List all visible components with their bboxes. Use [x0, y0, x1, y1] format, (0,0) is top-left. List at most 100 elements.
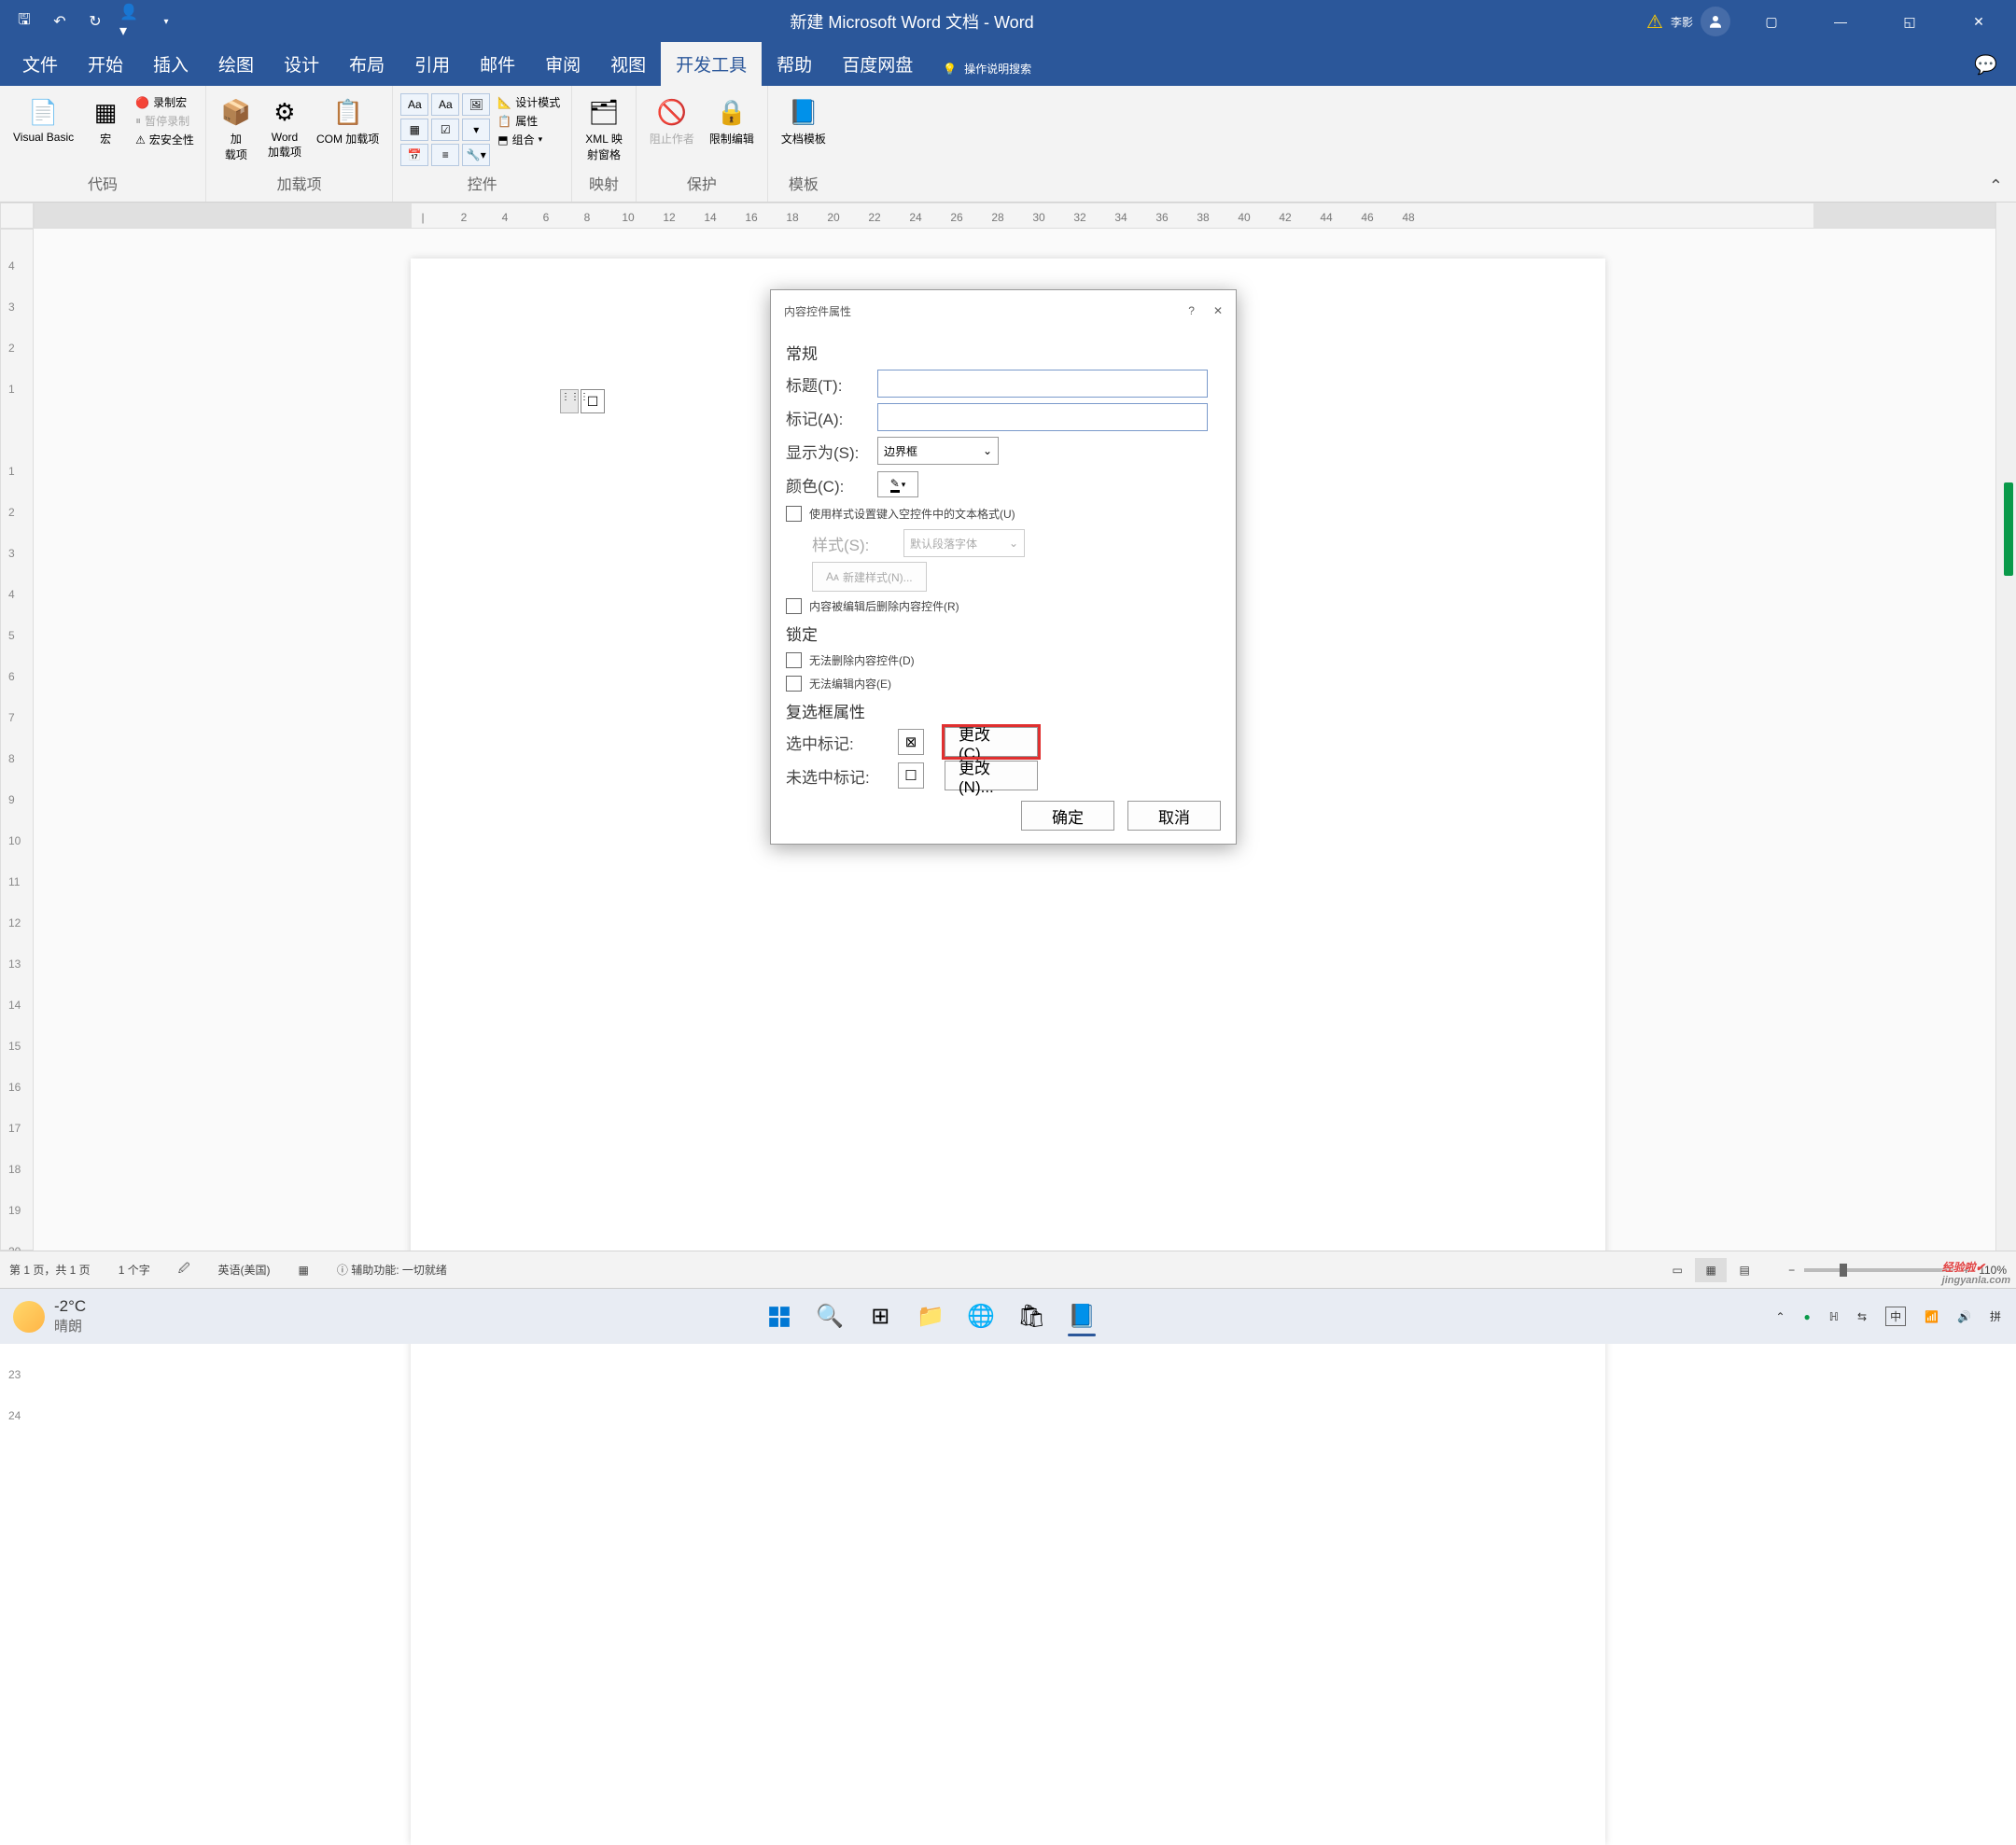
showas-combo[interactable]: 边界框⌄: [877, 437, 999, 465]
tray-sync-icon[interactable]: ⇆: [1857, 1310, 1867, 1323]
plain-text-control-icon[interactable]: Aa: [431, 93, 459, 116]
tab-draw[interactable]: 绘图: [203, 42, 269, 86]
xml-mapping-button[interactable]: 🗂XML 映 射窗格: [580, 93, 628, 164]
volume-icon[interactable]: 🔊: [1957, 1310, 1971, 1323]
dialog-help-icon[interactable]: ?: [1188, 304, 1195, 317]
tab-file[interactable]: 文件: [7, 42, 73, 86]
save-icon[interactable]: 🖫: [13, 10, 35, 33]
word-count[interactable]: 1 个字: [119, 1262, 150, 1278]
visual-basic-button[interactable]: 📄Visual Basic: [7, 93, 79, 146]
user-account[interactable]: ⚠ 李影: [1646, 7, 1730, 36]
touch-icon[interactable]: 👤▾: [119, 10, 142, 33]
tab-view[interactable]: 视图: [595, 42, 661, 86]
redo-icon[interactable]: ↻: [84, 10, 106, 33]
tag-input[interactable]: [877, 403, 1208, 431]
word-addins-button[interactable]: ⚙Word 加载项: [262, 93, 307, 161]
controls-gallery[interactable]: Aa Aa 🖼 ▦ ☑ ▾ 📅 ≡ 🔧▾: [400, 93, 490, 166]
cancel-button[interactable]: 取消: [1127, 801, 1221, 831]
title-input[interactable]: [877, 370, 1208, 398]
zoom-slider[interactable]: [1804, 1268, 1953, 1272]
record-macro-button[interactable]: 🔴录制宏: [132, 93, 198, 111]
picture-control-icon[interactable]: 🖼: [462, 93, 490, 116]
language-status[interactable]: 英语(美国): [218, 1262, 271, 1278]
tab-insert[interactable]: 插入: [138, 42, 203, 86]
comments-icon[interactable]: 💬: [1955, 44, 2016, 86]
com-addins-button[interactable]: 📋COM 加载项: [311, 93, 385, 148]
dialog-close-icon[interactable]: ✕: [1213, 304, 1223, 317]
tab-baidu[interactable]: 百度网盘: [827, 42, 928, 86]
collapse-ribbon-icon[interactable]: ⌃: [1989, 176, 2003, 196]
rich-text-control-icon[interactable]: Aa: [400, 93, 428, 116]
use-style-checkbox[interactable]: 使用样式设置键入空控件中的文本格式(U): [786, 506, 1221, 522]
word-icon[interactable]: 📘: [1060, 1295, 1103, 1338]
wifi-icon[interactable]: 📶: [1925, 1310, 1939, 1323]
macro-security-button[interactable]: ⚠宏安全性: [132, 131, 198, 148]
addins-button[interactable]: 📦加 载项: [214, 93, 259, 164]
no-edit-checkbox[interactable]: 无法编辑内容(E): [786, 676, 1221, 692]
minimize-icon[interactable]: —: [1813, 0, 1869, 43]
tab-review[interactable]: 审阅: [530, 42, 595, 86]
properties-button[interactable]: 📋属性: [494, 112, 564, 130]
design-mode-button[interactable]: 📐设计模式: [494, 93, 564, 111]
horizontal-ruler[interactable]: |246810121416182022242628303234363840424…: [34, 203, 1995, 229]
change-unchecked-button[interactable]: 更改(N)...: [945, 761, 1038, 790]
focus-view-icon[interactable]: ▭: [1661, 1258, 1693, 1282]
zoom-out-icon[interactable]: −: [1788, 1264, 1795, 1277]
vertical-ruler[interactable]: 4321123456789101112131415161718192021222…: [0, 229, 34, 1251]
tell-me[interactable]: 💡 操作说明搜索: [928, 51, 1046, 86]
close-icon[interactable]: ✕: [1951, 0, 2007, 43]
tab-layout[interactable]: 布局: [334, 42, 399, 86]
date-control-icon[interactable]: 📅: [400, 144, 428, 166]
color-picker[interactable]: ✎▾: [877, 471, 918, 497]
restrict-editing-button[interactable]: 🔒限制编辑: [704, 93, 760, 148]
tray-chevron-icon[interactable]: ⌃: [1775, 1310, 1785, 1323]
tab-help[interactable]: 帮助: [762, 42, 827, 86]
checkbox-control-icon[interactable]: ☑: [431, 119, 459, 141]
document-template-button[interactable]: 📘文档模板: [776, 93, 832, 148]
tab-references[interactable]: 引用: [399, 42, 465, 86]
tray-app-icon[interactable]: ●: [1804, 1310, 1811, 1323]
tab-developer[interactable]: 开发工具: [661, 42, 762, 86]
ime-mode[interactable]: 拼: [1990, 1308, 2001, 1324]
macro-status-icon[interactable]: ▦: [299, 1264, 309, 1277]
search-icon[interactable]: 🔍: [808, 1295, 851, 1338]
page-status[interactable]: 第 1 页，共 1 页: [9, 1262, 91, 1278]
explorer-icon[interactable]: 📁: [909, 1295, 952, 1338]
combo-control-icon[interactable]: ▾: [462, 119, 490, 141]
block-authors-button[interactable]: 🚫阻止作者: [644, 93, 700, 148]
legacy-control-icon[interactable]: 🔧▾: [462, 144, 490, 166]
group-button[interactable]: ⬒组合▾: [494, 131, 564, 148]
control-checkbox[interactable]: ☐: [581, 389, 605, 413]
a11y-status[interactable]: ⓘ 辅助功能: 一切就绪: [337, 1262, 447, 1278]
spell-icon[interactable]: 🖉: [178, 1260, 190, 1279]
edge-icon[interactable]: 🌐: [959, 1295, 1002, 1338]
checkbox-content-control[interactable]: ⋮⋮⋮☐: [560, 389, 605, 413]
ribbon-display-icon[interactable]: ▢: [1743, 0, 1799, 43]
pause-recording-button[interactable]: ⏸暂停录制: [132, 112, 198, 130]
start-icon[interactable]: [758, 1295, 801, 1338]
tab-home[interactable]: 开始: [73, 42, 138, 86]
ok-button[interactable]: 确定: [1021, 801, 1114, 831]
tray-hp-icon[interactable]: ℍ: [1829, 1310, 1839, 1323]
view-buttons: ▭ ▦ ▤: [1661, 1258, 1760, 1282]
undo-icon[interactable]: ↶: [49, 10, 71, 33]
task-view-icon[interactable]: ⊞: [859, 1295, 902, 1338]
no-delete-checkbox[interactable]: 无法删除内容控件(D): [786, 652, 1221, 668]
macros-button[interactable]: ▦宏: [83, 93, 128, 148]
maximize-icon[interactable]: ◱: [1882, 0, 1938, 43]
building-block-control-icon[interactable]: ▦: [400, 119, 428, 141]
tab-mailings[interactable]: 邮件: [465, 42, 530, 86]
remove-on-edit-checkbox[interactable]: 内容被编辑后删除内容控件(R): [786, 598, 1221, 614]
zoom-thumb[interactable]: [1840, 1264, 1847, 1277]
vertical-scrollbar[interactable]: [1995, 203, 2016, 1251]
print-layout-icon[interactable]: ▦: [1695, 1258, 1727, 1282]
qa-customize-icon[interactable]: ▾: [155, 10, 177, 33]
control-handle-icon[interactable]: ⋮⋮⋮: [560, 389, 579, 413]
change-checked-button[interactable]: 更改(C)...: [945, 727, 1038, 757]
web-layout-icon[interactable]: ▤: [1729, 1258, 1760, 1282]
ime-lang[interactable]: 中: [1885, 1307, 1906, 1326]
weather-widget[interactable]: -2°C 晴朗: [0, 1297, 86, 1335]
store-icon[interactable]: 🛍: [1010, 1295, 1053, 1338]
tab-design[interactable]: 设计: [269, 42, 334, 86]
dropdown-control-icon[interactable]: ≡: [431, 144, 459, 166]
